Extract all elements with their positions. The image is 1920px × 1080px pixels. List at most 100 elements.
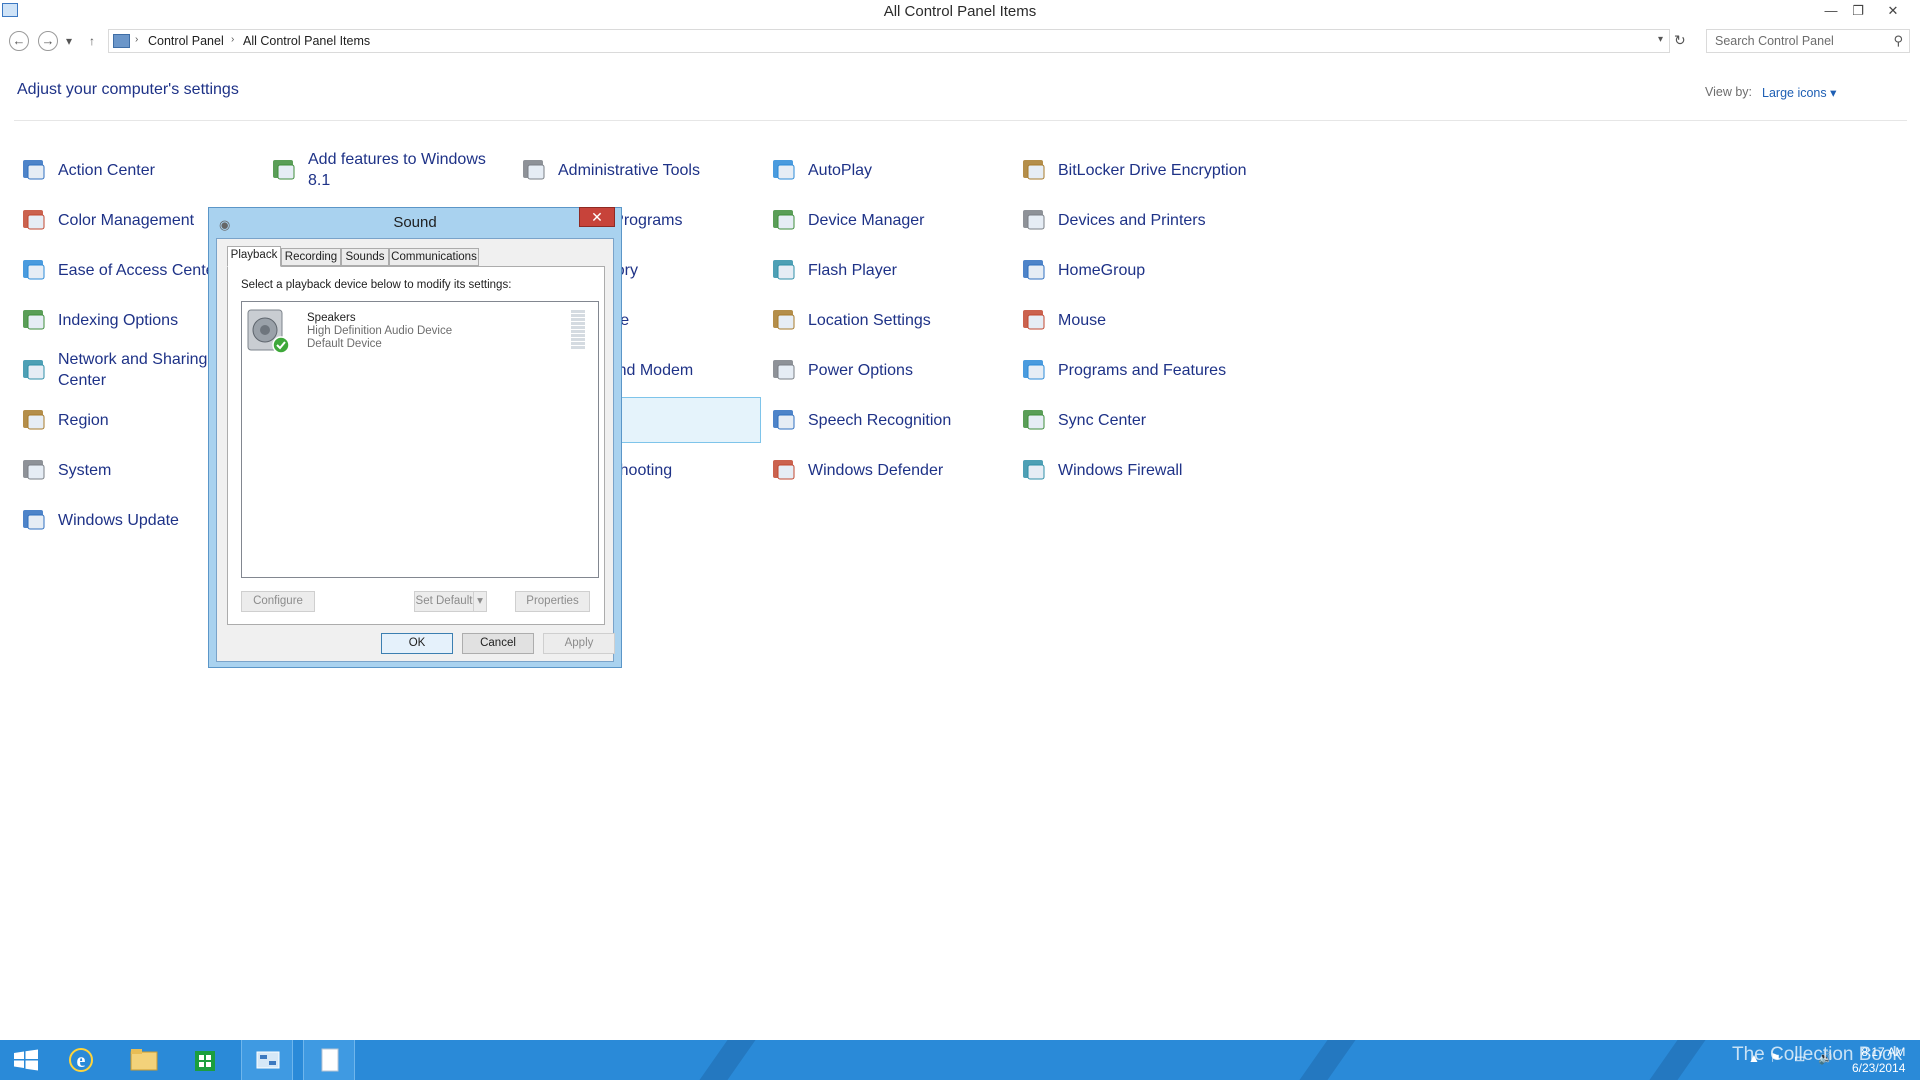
tab-playback[interactable]: Playback: [227, 246, 281, 267]
store-button[interactable]: [179, 1040, 231, 1080]
set-default-button[interactable]: Set Default: [414, 591, 474, 612]
defender-icon: [773, 460, 795, 480]
window-titlebar: All Control Panel Items — ❐ ✕: [0, 0, 1920, 24]
programs-icon: [1023, 360, 1045, 380]
properties-button[interactable]: Properties: [515, 591, 590, 612]
cancel-button[interactable]: Cancel: [462, 633, 534, 654]
address-dropdown-icon[interactable]: ▾: [1658, 34, 1663, 45]
printer-icon: [1023, 210, 1045, 230]
cp-item-devices-and-printers[interactable]: Devices and Printers: [1016, 197, 1261, 243]
up-button[interactable]: ↑: [89, 31, 95, 51]
view-by-label: View by:: [1705, 85, 1753, 99]
tab-recording[interactable]: Recording: [281, 248, 341, 266]
ease-of-access-icon: [23, 260, 45, 280]
breadcrumb-separator[interactable]: ›: [231, 34, 234, 45]
start-button[interactable]: [0, 1040, 52, 1080]
breadcrumb-separator[interactable]: ›: [135, 34, 138, 45]
apply-button[interactable]: Apply: [543, 633, 615, 654]
homegroup-icon: [1023, 260, 1045, 280]
cp-item-location-settings[interactable]: Location Settings: [766, 297, 1011, 343]
cp-item-label: Flash Player: [808, 261, 897, 279]
breadcrumb-control-panel[interactable]: Control Panel: [148, 34, 224, 48]
control-panel-icon: [256, 1051, 280, 1069]
control-panel-taskbar-button[interactable]: [241, 1040, 293, 1080]
sound-dialog: ◉ Sound ✕ Playback Recording Sounds Comm…: [208, 207, 622, 668]
system-icon: [23, 460, 45, 480]
store-icon: [195, 1051, 215, 1071]
folder-icon: [130, 1049, 158, 1071]
cp-item-mouse[interactable]: Mouse: [1016, 297, 1261, 343]
cp-item-label: Sync Center: [1058, 411, 1147, 429]
taskbar: e ▲ ⚑ ▭ 🔊 8:17 AM 6/23/2014: [0, 1040, 1920, 1080]
address-toolbar: ← → ▾ ↑ › Control Panel › All Control Pa…: [0, 28, 1920, 54]
view-by-dropdown[interactable]: Large icons ▾: [1762, 85, 1836, 100]
search-box[interactable]: Search Control Panel ⚲: [1706, 29, 1910, 53]
microphone-icon: [773, 410, 795, 430]
configure-button[interactable]: Configure: [241, 591, 315, 612]
forward-button[interactable]: →: [38, 31, 58, 51]
cp-item-administrative-tools[interactable]: Administrative Tools: [516, 147, 761, 193]
breadcrumb-all-items[interactable]: All Control Panel Items: [243, 34, 370, 48]
cp-item-homegroup[interactable]: HomeGroup: [1016, 247, 1261, 293]
svg-text:e: e: [77, 1050, 86, 1072]
file-explorer-button[interactable]: [117, 1040, 169, 1080]
cp-item-label: Device Manager: [808, 211, 925, 229]
color-management-icon: [23, 210, 45, 230]
power-icon: [773, 360, 795, 380]
flag-icon: [23, 160, 45, 180]
close-window-button[interactable]: ✕: [1880, 1, 1906, 21]
cp-item-flash-player[interactable]: Flash Player: [766, 247, 1011, 293]
cp-item-label: Add features to Windows 8.1: [308, 151, 486, 189]
device-manager-icon: [773, 210, 795, 230]
cp-item-bitlocker-drive-encryption[interactable]: BitLocker Drive Encryption: [1016, 147, 1261, 193]
sound-taskbar-button[interactable]: [303, 1040, 355, 1080]
playback-device-list[interactable]: Speakers High Definition Audio Device De…: [241, 301, 599, 578]
network-icon: [23, 360, 45, 380]
tab-sounds[interactable]: Sounds: [341, 248, 389, 266]
taskbar-decoration: [1285, 1040, 1363, 1080]
taskbar-decoration: [685, 1040, 763, 1080]
cp-item-add-features-to-windows-8-1[interactable]: Add features to Windows 8.1: [266, 147, 511, 193]
location-icon: [773, 310, 795, 330]
taskbar-decoration: [1635, 1040, 1713, 1080]
playback-tab-page: Select a playback device below to modify…: [227, 266, 605, 625]
cp-item-programs-and-features[interactable]: Programs and Features: [1016, 347, 1261, 393]
internet-explorer-button[interactable]: e: [55, 1040, 107, 1080]
device-status: Default Device: [307, 338, 382, 350]
window-title: All Control Panel Items: [883, 3, 1037, 20]
ok-button[interactable]: OK: [381, 633, 453, 654]
dialog-close-button[interactable]: ✕: [579, 207, 615, 227]
page-title: Adjust your computer's settings: [17, 81, 239, 98]
firewall-icon: [1023, 460, 1045, 480]
cp-item-label: Action Center: [58, 161, 155, 179]
cp-item-device-manager[interactable]: Device Manager: [766, 197, 1011, 243]
flash-icon: [773, 260, 795, 280]
autoplay-icon: [773, 160, 795, 180]
restore-button[interactable]: ❐: [1845, 1, 1871, 21]
cp-item-sync-center[interactable]: Sync Center: [1016, 397, 1261, 443]
back-button[interactable]: ←: [9, 31, 29, 51]
address-field[interactable]: › Control Panel › All Control Panel Item…: [108, 29, 1670, 53]
search-icon[interactable]: ⚲: [1893, 33, 1903, 49]
cp-item-windows-defender[interactable]: Windows Defender: [766, 447, 1011, 493]
set-default-dropdown[interactable]: ▾: [473, 591, 487, 612]
minimize-button[interactable]: —: [1818, 1, 1844, 21]
tab-communications[interactable]: Communications: [389, 248, 479, 266]
cp-item-windows-firewall[interactable]: Windows Firewall: [1016, 447, 1261, 493]
cp-item-power-options[interactable]: Power Options: [766, 347, 1011, 393]
cp-item-label: Administrative Tools: [558, 161, 700, 179]
search-input[interactable]: Search Control Panel: [1715, 34, 1834, 48]
cp-item-autoplay[interactable]: AutoPlay: [766, 147, 1011, 193]
dialog-title: Sound: [393, 214, 437, 231]
update-icon: [23, 510, 45, 530]
mouse-icon: [1023, 310, 1045, 330]
recent-locations-button[interactable]: ▾: [66, 31, 72, 51]
cp-item-label: Speech Recognition: [808, 411, 952, 429]
cp-item-action-center[interactable]: Action Center: [16, 147, 261, 193]
cp-item-speech-recognition[interactable]: Speech Recognition: [766, 397, 1011, 443]
admin-tools-icon: [523, 160, 545, 180]
refresh-icon[interactable]: ↻: [1674, 32, 1686, 49]
cp-item-label: Devices and Printers: [1058, 211, 1206, 229]
cp-item-label: Location Settings: [808, 311, 931, 329]
watermark-text: The Collection Book: [1732, 1044, 1903, 1065]
